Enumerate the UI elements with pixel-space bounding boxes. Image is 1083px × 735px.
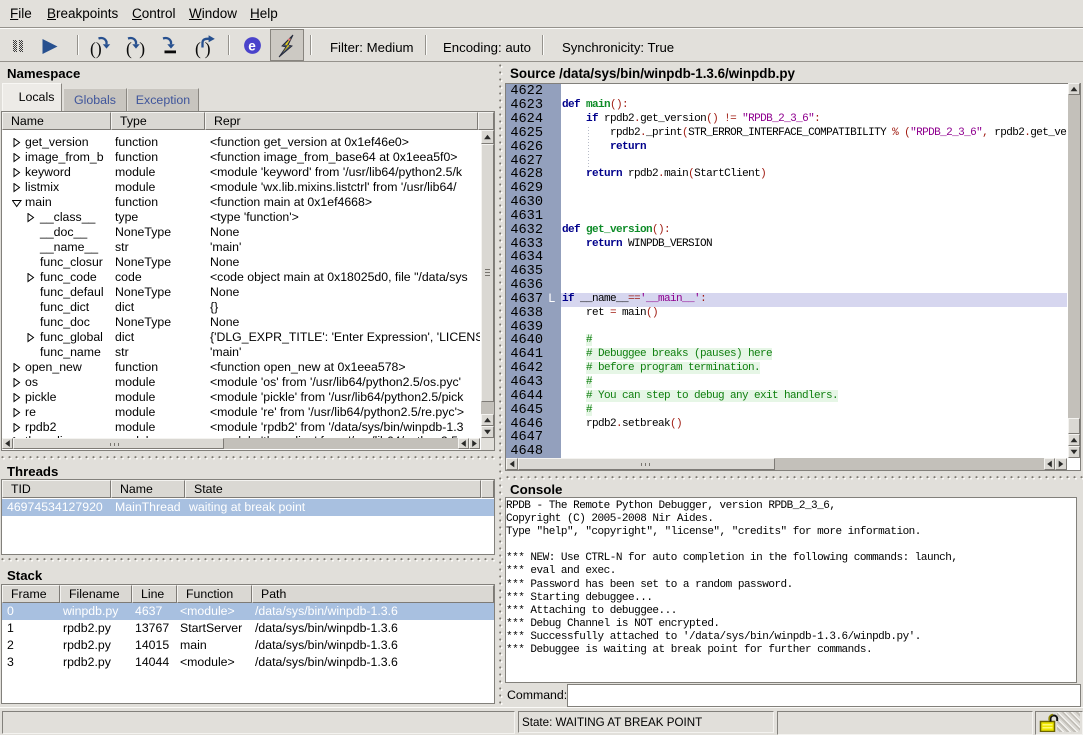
svg-text:(): () — [90, 39, 102, 59]
svg-text:(: ( — [126, 39, 132, 59]
svg-text:(: ( — [195, 39, 201, 59]
svg-text:): ) — [139, 39, 145, 59]
svg-text:e: e — [248, 39, 256, 54]
